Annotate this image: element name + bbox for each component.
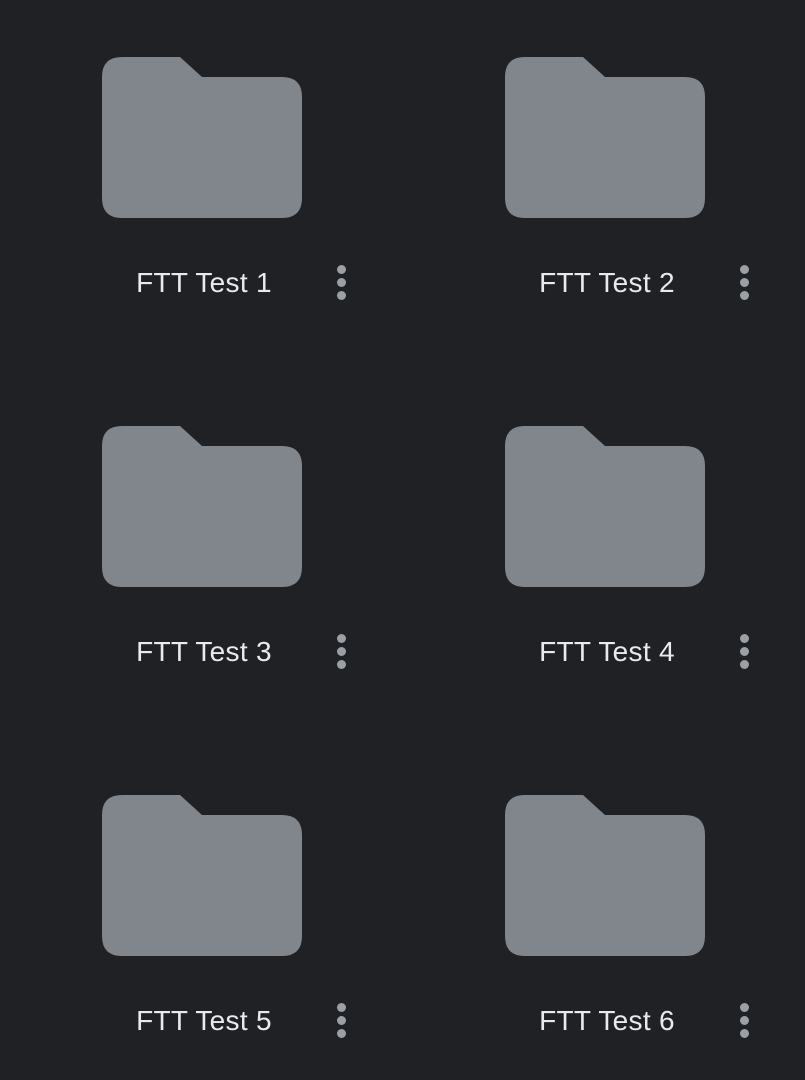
folder-icon[interactable]: [102, 426, 302, 587]
folder-icon[interactable]: [505, 57, 705, 218]
folder-icon[interactable]: [505, 426, 705, 587]
folder-icon[interactable]: [102, 57, 302, 218]
folder-tile[interactable]: FTT Test 4: [403, 369, 805, 738]
folder-grid: FTT Test 1 FTT Test 2 FTT Test 3 FTT Tes…: [0, 0, 805, 1080]
more-vert-icon: [739, 1002, 749, 1012]
more-vert-icon: [739, 633, 749, 643]
more-options-button[interactable]: [322, 627, 360, 675]
more-options-button[interactable]: [322, 996, 360, 1044]
folder-name: FTT Test 4: [539, 636, 675, 667]
folder-tile[interactable]: FTT Test 2: [403, 0, 805, 369]
more-options-button[interactable]: [322, 258, 360, 306]
folder-name: FTT Test 2: [539, 267, 675, 298]
more-options-button[interactable]: [725, 996, 763, 1044]
folder-name: FTT Test 3: [136, 636, 272, 667]
folder-icon[interactable]: [505, 795, 705, 956]
folder-tile[interactable]: FTT Test 1: [0, 0, 403, 369]
folder-name: FTT Test 1: [136, 267, 272, 298]
folder-icon[interactable]: [102, 795, 302, 956]
more-vert-icon: [336, 264, 346, 274]
folder-tile[interactable]: FTT Test 5: [0, 738, 403, 1080]
folder-name: FTT Test 6: [539, 1005, 675, 1036]
more-vert-icon: [336, 633, 346, 643]
more-options-button[interactable]: [725, 258, 763, 306]
folder-tile[interactable]: FTT Test 3: [0, 369, 403, 738]
more-vert-icon: [336, 1002, 346, 1012]
folder-tile[interactable]: FTT Test 6: [403, 738, 805, 1080]
more-vert-icon: [739, 264, 749, 274]
folder-name: FTT Test 5: [136, 1005, 272, 1036]
more-options-button[interactable]: [725, 627, 763, 675]
